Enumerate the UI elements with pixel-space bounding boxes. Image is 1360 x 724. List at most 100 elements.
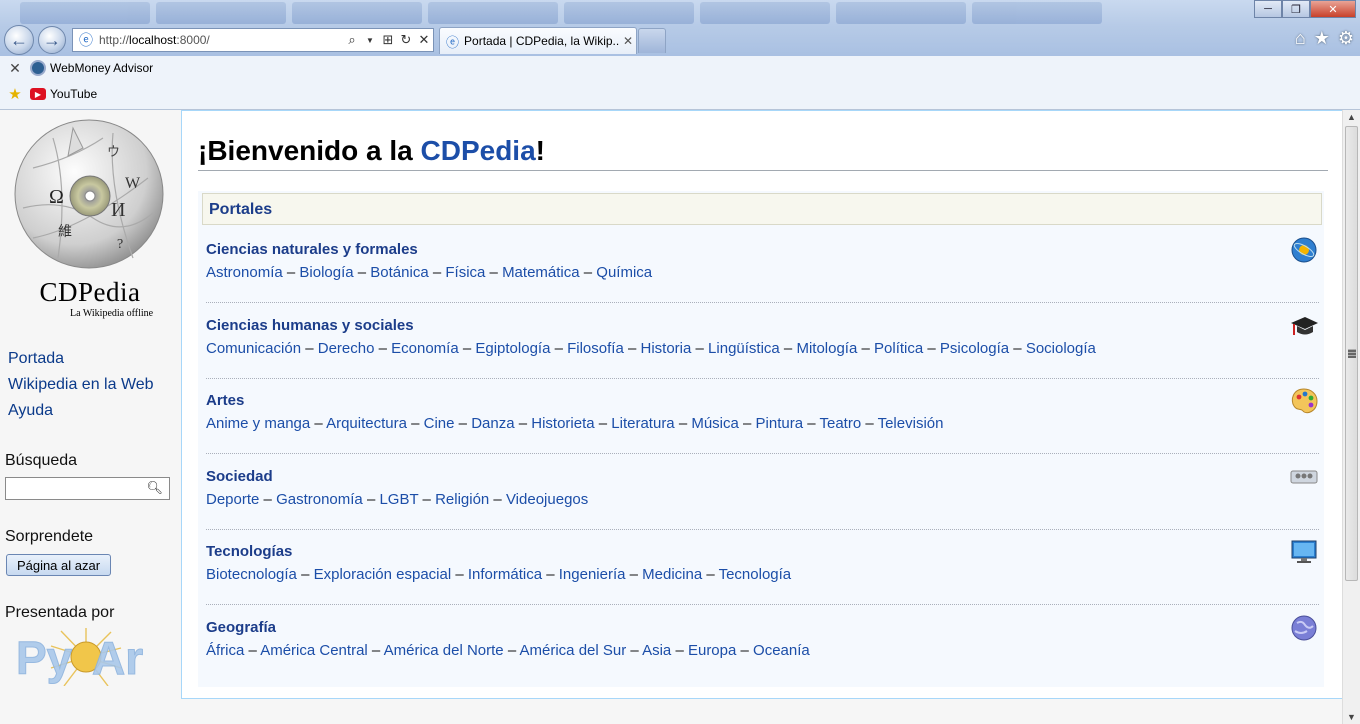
link-separator: – (301, 339, 318, 357)
portal-link[interactable]: Asia (642, 642, 671, 659)
portal-link[interactable]: Derecho (318, 340, 375, 357)
nav-wikipedia-web[interactable]: Wikipedia en la Web (8, 376, 154, 394)
portal-link[interactable]: Biología (299, 264, 353, 281)
portal-link[interactable]: Psicología (940, 340, 1009, 357)
link-separator: – (923, 339, 940, 357)
dropdown-icon[interactable]: ▼ (361, 36, 379, 45)
search-input[interactable] (6, 478, 146, 499)
favorites-star-icon[interactable]: ★ (6, 85, 24, 103)
minimize-button[interactable]: ─ (1254, 0, 1282, 18)
close-toolbar-icon[interactable]: ✕ (6, 60, 24, 77)
portal-link[interactable]: Astronomía (206, 264, 283, 281)
svg-text:維: 維 (58, 224, 72, 240)
portal-link[interactable]: Arquitectura (326, 415, 407, 432)
tab-close-icon[interactable]: ✕ (620, 34, 636, 48)
search-icon[interactable]: ⌕ (343, 32, 361, 48)
portal-link[interactable]: Televisión (878, 415, 944, 432)
portal-link[interactable]: Videojuegos (506, 491, 588, 508)
portal-title[interactable]: Ciencias naturales y formales (206, 241, 418, 258)
portal-link[interactable]: Tecnología (719, 566, 792, 583)
scroll-up-icon[interactable]: ▲ (1347, 112, 1356, 122)
portal-link[interactable]: Pintura (756, 415, 804, 432)
ie-tab-icon: ⓔ (446, 34, 460, 50)
portal-link[interactable]: Matemática (502, 264, 580, 281)
portal-title[interactable]: Artes (206, 392, 244, 409)
tab-cdpedia[interactable]: ⓔ Portada | CDPedia, la Wikip... ✕ (439, 27, 637, 54)
pyar-logo[interactable]: Py Ar (16, 628, 156, 686)
portal-link[interactable]: América Central (260, 642, 368, 659)
portal-link[interactable]: Medicina (642, 566, 702, 583)
cdpedia-globe-logo[interactable]: Ω И 維 ウ W ? (13, 118, 165, 270)
portal-link[interactable]: América del Sur (520, 642, 627, 659)
portal-link[interactable]: Mitología (796, 340, 857, 357)
vertical-scrollbar[interactable]: ▲ ▬ ▬ ▬ ▼ (1342, 110, 1360, 724)
portal-link[interactable]: Economía (391, 340, 459, 357)
portal-link[interactable]: Historieta (531, 415, 594, 432)
portal-link[interactable]: Física (445, 264, 485, 281)
arrow-left-icon: ← (10, 29, 28, 50)
portal-title[interactable]: Tecnologías (206, 543, 292, 560)
search-icon[interactable]: 🔍︎ (146, 480, 163, 496)
portal-link[interactable]: Filosofía (567, 340, 624, 357)
portal-link[interactable]: Ingeniería (559, 566, 626, 583)
gear-icon[interactable]: ⚙ (1338, 28, 1354, 49)
portal-title[interactable]: Sociedad (206, 468, 273, 485)
portal-link[interactable]: Sociología (1026, 340, 1096, 357)
scroll-down-icon[interactable]: ▼ (1347, 712, 1356, 722)
portal-link[interactable]: Cine (424, 415, 455, 432)
portal-link[interactable]: Informática (468, 566, 542, 583)
link-separator: – (626, 642, 643, 659)
cdpedia-brand: CDPedia (39, 277, 141, 307)
globe-icon (1289, 613, 1319, 643)
random-page-button[interactable]: Página al azar (6, 554, 111, 576)
link-separator: – (861, 415, 878, 433)
compatibility-view-icon[interactable]: ⊞ (379, 32, 397, 48)
favorite-youtube-link[interactable]: YouTube (50, 87, 97, 101)
portal-link[interactable]: Botánica (370, 264, 428, 281)
portal-link[interactable]: Europa (688, 642, 736, 659)
portal-title[interactable]: Geografía (206, 619, 276, 636)
url-text[interactable]: http://localhost:8000/ (99, 33, 343, 47)
webmoney-advisor-label[interactable]: WebMoney Advisor (50, 61, 153, 75)
portal-link[interactable]: LGBT (379, 491, 418, 508)
cdpedia-title-link[interactable]: CDPedia (421, 135, 536, 166)
link-separator: – (779, 339, 797, 357)
close-window-button[interactable]: ✕ (1310, 0, 1356, 18)
portal-link[interactable]: Exploración espacial (314, 566, 452, 583)
background-taskbar-tabs (0, 0, 1250, 26)
nav-ayuda[interactable]: Ayuda (8, 402, 53, 420)
portal-link[interactable]: Literatura (611, 415, 674, 432)
back-button[interactable]: ← (4, 25, 34, 55)
portal-link[interactable]: América del Norte (384, 642, 504, 659)
portal-link[interactable]: Gastronomía (276, 491, 363, 508)
portal-link[interactable]: Comunicación (206, 340, 301, 357)
portal-links: Anime y manga – Arquitectura – Cine – Da… (206, 415, 943, 432)
portal-link[interactable]: Química (596, 264, 652, 281)
portal-link[interactable]: Danza (471, 415, 514, 432)
refresh-icon[interactable]: ↻ (397, 32, 415, 48)
maximize-button[interactable]: ❐ (1282, 0, 1310, 18)
new-tab-button[interactable] (638, 28, 666, 53)
forward-button[interactable]: → (38, 26, 66, 54)
portal-link[interactable]: Anime y manga (206, 415, 310, 432)
stop-icon[interactable]: ✕ (415, 32, 433, 48)
portal-link[interactable]: Oceanía (753, 642, 810, 659)
svg-text:Ω: Ω (49, 186, 64, 208)
portal-link[interactable]: Política (874, 340, 923, 357)
nav-portada[interactable]: Portada (8, 350, 64, 368)
portal-link[interactable]: Historia (641, 340, 692, 357)
portal-link[interactable]: Religión (435, 491, 489, 508)
link-separator: – (489, 490, 506, 508)
star-icon[interactable]: ★ (1314, 28, 1330, 49)
portal-link[interactable]: África (206, 642, 244, 659)
home-icon[interactable]: ⌂ (1295, 28, 1306, 49)
portal-link[interactable]: Deporte (206, 491, 259, 508)
address-bar[interactable]: ⓔ http://localhost:8000/ ⌕ ▼ ⊞ ↻ ✕ (72, 28, 434, 52)
portal-link[interactable]: Teatro (819, 415, 861, 432)
palette-icon (1289, 386, 1319, 416)
portal-link[interactable]: Biotecnología (206, 566, 297, 583)
portal-title[interactable]: Ciencias humanas y sociales (206, 317, 414, 334)
portal-link[interactable]: Egiptología (475, 340, 550, 357)
portal-link[interactable]: Lingüística (708, 340, 780, 357)
portal-link[interactable]: Música (691, 415, 739, 432)
